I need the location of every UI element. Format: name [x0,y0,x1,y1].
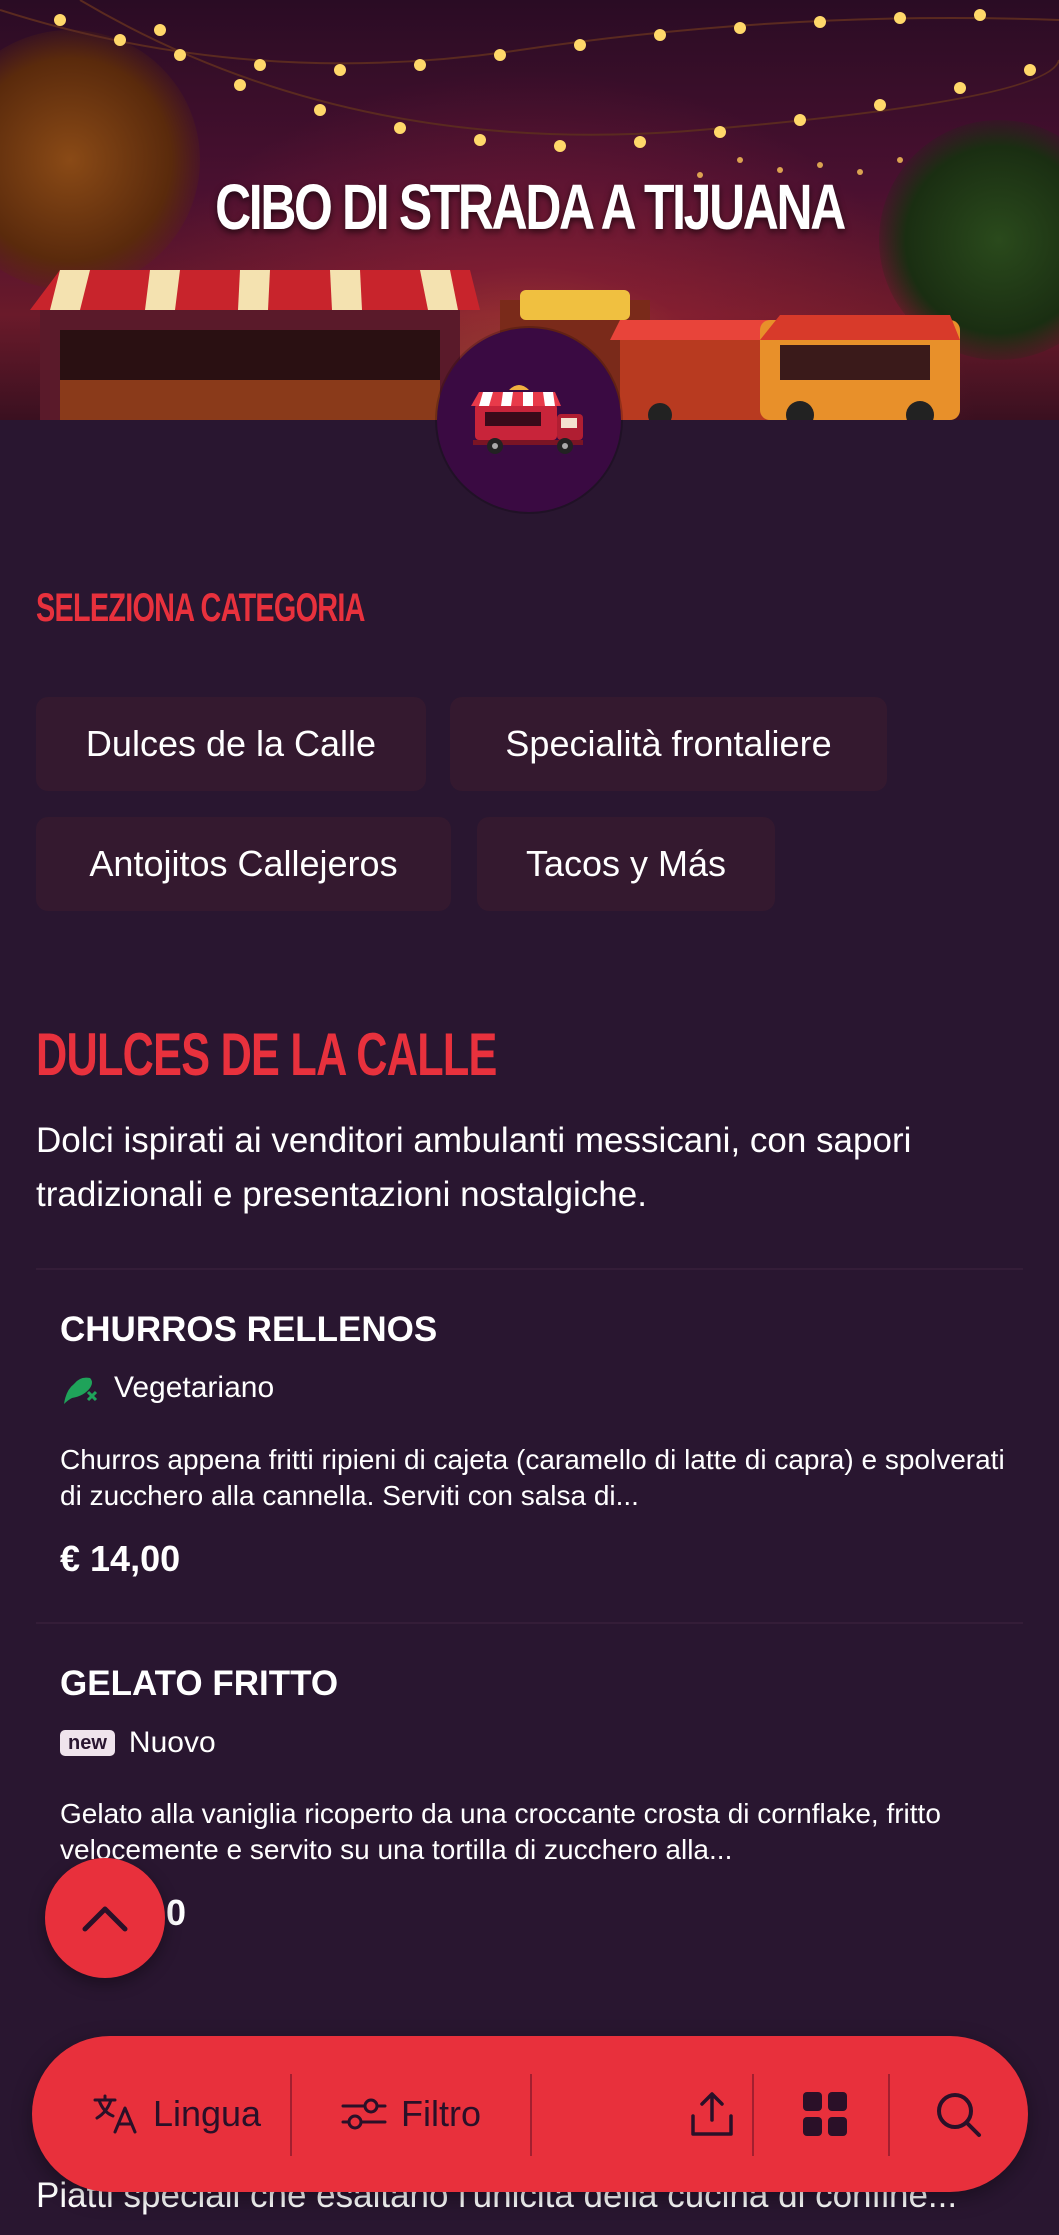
scroll-to-top-button[interactable] [45,1858,165,1978]
item-description: Churros appena fritti ripieni di cajeta … [60,1444,1005,1511]
category-chip-tacos[interactable]: Tacos y Más [477,817,775,911]
filter-label: Filtro [401,2093,481,2134]
category-chip-antojitos[interactable]: Antojitos Callejeros [36,817,451,911]
item-description: Gelato alla vaniglia ricoperto da una cr… [60,1798,941,1865]
chevron-up-icon [82,1906,128,1932]
category-description: Dolci ispirati ai venditori ambulanti me… [36,1121,912,1214]
share-icon [691,2092,733,2136]
search-button[interactable] [898,2036,1018,2192]
category-chip-dulces[interactable]: Dulces de la Calle [36,697,426,791]
separator [888,2074,890,2156]
grid-view-button[interactable] [762,2036,888,2192]
separator [752,2074,754,2156]
language-label: Lingua [152,2093,262,2134]
item-tag-label: Nuovo [128,1726,216,1759]
grid-icon [803,2092,847,2136]
item-tag: Vegetariano [60,1370,274,1406]
item-name: GELATO FRITTO [60,1664,339,1703]
divider [36,1622,1023,1624]
separator [290,2074,292,2156]
search-icon [937,2093,981,2137]
item-tag: new Nuovo [60,1726,216,1760]
bottom-toolbar: Lingua Filtro [32,2036,1028,2192]
category-chip-specialita[interactable]: Specialità frontaliere [450,697,887,791]
share-button[interactable] [642,2036,782,2192]
new-badge: new [60,1730,115,1756]
translate-icon [93,2094,137,2134]
language-button[interactable]: Lingua [72,2036,282,2192]
hero-title: CIBO DI STRADA A TIJUANA [215,171,846,243]
category-section-label: SELEZIONA CATEGORIA [36,586,365,630]
restaurant-logo [437,328,621,512]
item-name: CHURROS RELLENOS [60,1310,438,1349]
divider [36,1268,1023,1270]
category-title: DULCES DE LA CALLE [36,1021,497,1088]
vegetarian-icon [64,1377,98,1404]
filter-icon [341,2098,387,2130]
food-truck-icon [471,385,583,454]
separator [530,2074,532,2156]
item-price: € 14,00 [60,1538,181,1579]
filter-button[interactable]: Filtro [300,2036,522,2192]
item-tag-label: Vegetariano [114,1371,275,1404]
item-price: 0 [166,1892,187,1933]
